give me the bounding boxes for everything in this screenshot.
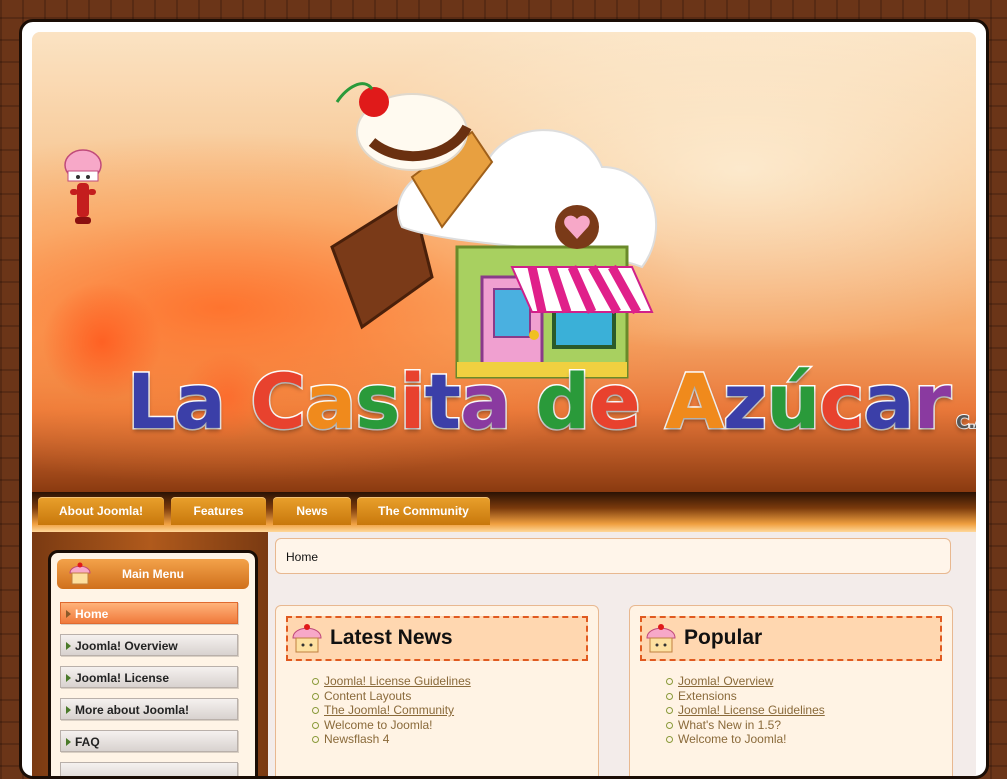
menu-item-label: Joomla! License <box>75 671 170 685</box>
list-item: Joomla! License Guidelines <box>666 703 825 718</box>
arrow-right-icon <box>66 738 71 746</box>
list-item-label[interactable]: Content Layouts <box>324 689 411 703</box>
list-item: The Joomla! Community <box>312 703 471 718</box>
bullet-icon <box>312 707 319 714</box>
module-title: Popular <box>684 626 763 649</box>
page-inner: La Casita de AzúcarC.A. About Joomla! Fe… <box>32 32 976 776</box>
bullet-icon <box>312 678 319 685</box>
list-item-link[interactable]: Joomla! License Guidelines <box>324 674 471 688</box>
main-menu-header: Main Menu <box>57 559 249 589</box>
cupcake-icon <box>69 562 91 585</box>
menu-item-label: FAQ <box>75 735 100 749</box>
arrow-right-icon <box>66 610 71 618</box>
bullet-icon <box>666 692 673 700</box>
list-item-link[interactable]: Joomla! Overview <box>678 674 773 688</box>
menu-item-more-about-joomla[interactable]: More about Joomla! <box>60 698 238 720</box>
header-banner: La Casita de AzúcarC.A. <box>32 32 976 492</box>
list-item-label[interactable]: Extensions <box>678 689 737 703</box>
menu-item-home[interactable]: Home <box>60 602 238 624</box>
latest-news-header: Latest News <box>286 616 588 661</box>
list-item-link[interactable]: Joomla! License Guidelines <box>678 703 825 717</box>
sidebar: Main Menu Home Joomla! Overview Joomla! … <box>32 532 268 776</box>
breadcrumb: Home <box>275 538 951 574</box>
list-item-label[interactable]: Welcome to Joomla! <box>678 732 787 746</box>
menu-item-label: More about Joomla! <box>75 703 190 717</box>
nav-features[interactable]: Features <box>171 497 266 525</box>
list-item: Welcome to Joomla! <box>666 732 825 747</box>
arrow-right-icon <box>66 642 71 650</box>
list-item-label[interactable]: What's New in 1.5? <box>678 718 781 732</box>
logo-suffix: C.A. <box>955 411 976 434</box>
popular-header: Popular <box>640 616 942 661</box>
arrow-right-icon <box>66 674 71 682</box>
list-item-link[interactable]: The Joomla! Community <box>324 703 454 717</box>
menu-item-label: Home <box>75 607 109 621</box>
bullet-icon <box>666 678 673 685</box>
bullet-icon <box>666 707 673 714</box>
logo-text: La Casita de Azúcar <box>125 356 952 448</box>
top-nav: About Joomla! Features News The Communit… <box>32 492 976 532</box>
module-title: Latest News <box>330 626 453 649</box>
menu-item-label: Joomla! Overview <box>75 639 178 653</box>
list-item: Joomla! Overview <box>666 674 825 689</box>
list-item: Joomla! License Guidelines <box>312 674 471 689</box>
cupcake-icon <box>646 624 676 653</box>
cupcake-mascot-icon <box>64 149 102 224</box>
nav-the-community[interactable]: The Community <box>357 497 490 525</box>
page-frame: La Casita de AzúcarC.A. About Joomla! Fe… <box>19 19 989 779</box>
candy-house-illustration <box>330 82 658 379</box>
list-item: Newsflash 4 <box>312 732 471 747</box>
nav-news[interactable]: News <box>273 497 351 525</box>
list-item-label[interactable]: Newsflash 4 <box>324 732 389 746</box>
list-item: Welcome to Joomla! <box>312 718 471 733</box>
bullet-icon <box>312 736 319 743</box>
bullet-icon <box>666 721 673 729</box>
arrow-right-icon <box>66 706 71 714</box>
list-item: What's New in 1.5? <box>666 718 825 733</box>
nav-about-joomla[interactable]: About Joomla! <box>38 497 164 525</box>
latest-news-module: Latest News Joomla! License Guidelines Co… <box>275 605 599 776</box>
popular-module: Popular Joomla! Overview Extensions Joomla… <box>629 605 953 776</box>
bullet-icon <box>312 692 319 700</box>
list-item: Extensions <box>666 689 825 704</box>
brand-logo: La Casita de AzúcarC.A. <box>125 356 976 448</box>
main-menu-title: Main Menu <box>122 567 184 581</box>
bullet-icon <box>666 736 673 743</box>
menu-item-faq[interactable]: FAQ <box>60 730 238 752</box>
list-item-label[interactable]: Welcome to Joomla! <box>324 718 433 732</box>
menu-item-partial[interactable] <box>60 762 238 776</box>
cupcake-icon <box>292 624 322 653</box>
popular-list: Joomla! Overview Extensions Joomla! Licens… <box>666 674 825 747</box>
menu-item-joomla-license[interactable]: Joomla! License <box>60 666 238 688</box>
breadcrumb-home[interactable]: Home <box>286 550 318 564</box>
bullet-icon <box>312 721 319 729</box>
menu-item-joomla-overview[interactable]: Joomla! Overview <box>60 634 238 656</box>
latest-news-list: Joomla! License Guidelines Content Layout… <box>312 674 471 747</box>
list-item: Content Layouts <box>312 689 471 704</box>
main-menu: Main Menu Home Joomla! Overview Joomla! … <box>48 550 258 776</box>
